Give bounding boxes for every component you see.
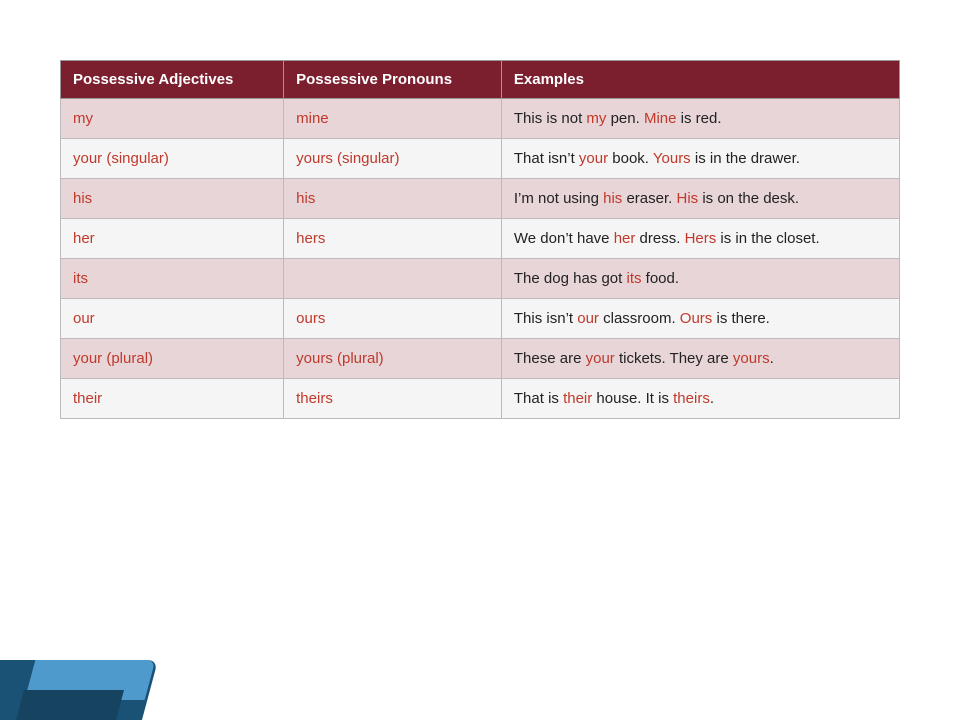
pron-cell: yours (singular) xyxy=(284,139,502,179)
adj-cell: its xyxy=(61,259,284,299)
adj-cell: their xyxy=(61,379,284,419)
pron-cell: yours (plural) xyxy=(284,339,502,379)
example-cell: The dog has got its food. xyxy=(501,259,899,299)
adj-cell: his xyxy=(61,179,284,219)
example-cell: I’m not using his eraser. His is on the … xyxy=(501,179,899,219)
main-table: Possessive Adjectives Possessive Pronoun… xyxy=(60,60,900,419)
adj-cell: your (plural) xyxy=(61,339,284,379)
pron-cell xyxy=(284,259,502,299)
example-cell: This isn’t our classroom. Ours is there. xyxy=(501,299,899,339)
table-row: its The dog has got its food. xyxy=(61,259,900,299)
adj-cell: our xyxy=(61,299,284,339)
deco-dark xyxy=(16,690,124,720)
adj-cell: your (singular) xyxy=(61,139,284,179)
table-row: herhersWe don’t have her dress. Hers is … xyxy=(61,219,900,259)
table-row: hishisI’m not using his eraser. His is o… xyxy=(61,179,900,219)
table-row: theirtheirsThat is their house. It is th… xyxy=(61,379,900,419)
bottom-decoration xyxy=(0,640,200,720)
example-cell: That is their house. It is theirs. xyxy=(501,379,899,419)
table-row: your (plural)yours (plural)These are you… xyxy=(61,339,900,379)
table-wrapper: Possessive Adjectives Possessive Pronoun… xyxy=(0,50,960,429)
example-cell: This is not my pen. Mine is red. xyxy=(501,99,899,139)
col-header-examples: Examples xyxy=(501,61,899,99)
pron-cell: ours xyxy=(284,299,502,339)
adj-cell: her xyxy=(61,219,284,259)
table-row: mymineThis is not my pen. Mine is red. xyxy=(61,99,900,139)
col-header-adj: Possessive Adjectives xyxy=(61,61,284,99)
pron-cell: theirs xyxy=(284,379,502,419)
table-row: your (singular)yours (singular)That isn’… xyxy=(61,139,900,179)
pron-cell: hers xyxy=(284,219,502,259)
example-cell: That isn’t your book. Yours is in the dr… xyxy=(501,139,899,179)
col-header-pron: Possessive Pronouns xyxy=(284,61,502,99)
pron-cell: his xyxy=(284,179,502,219)
example-cell: We don’t have her dress. Hers is in the … xyxy=(501,219,899,259)
example-cell: These are your tickets. They are yours. xyxy=(501,339,899,379)
adj-cell: my xyxy=(61,99,284,139)
table-row: ouroursThis isn’t our classroom. Ours is… xyxy=(61,299,900,339)
pron-cell: mine xyxy=(284,99,502,139)
table-body: mymineThis is not my pen. Mine is red.yo… xyxy=(61,99,900,419)
page-title xyxy=(0,0,960,50)
table-header-row: Possessive Adjectives Possessive Pronoun… xyxy=(61,61,900,99)
